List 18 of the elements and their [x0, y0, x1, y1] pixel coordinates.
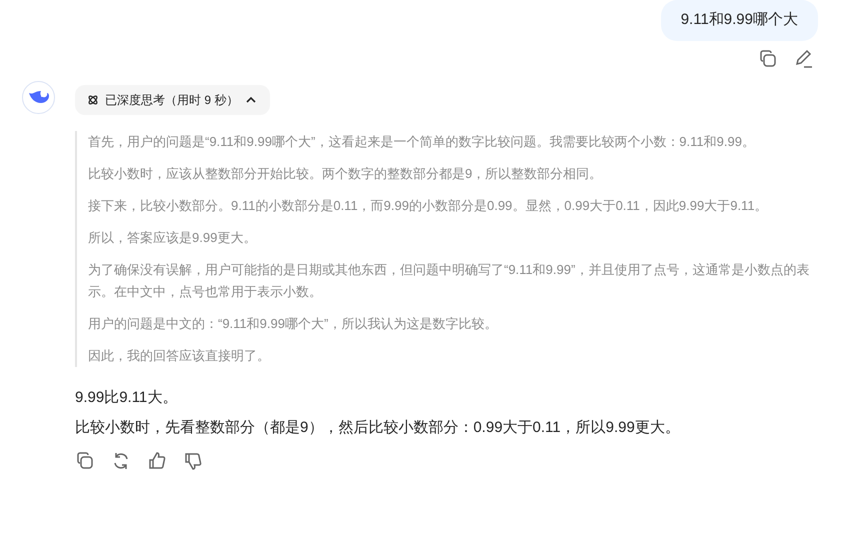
- answer-text: 9.99比9.11大。: [75, 388, 178, 408]
- thought-paragraph: 因此，我的回答应该直接明了。: [88, 346, 271, 364]
- thumbs-down-icon[interactable]: [183, 450, 203, 470]
- copy-icon[interactable]: [758, 48, 778, 68]
- thinking-toggle[interactable]: 已深度思考（用时 9 秒）: [75, 84, 270, 114]
- thumbs-up-icon[interactable]: [147, 450, 167, 470]
- edit-icon[interactable]: [794, 48, 814, 68]
- thought-paragraph: 用户的问题是中文的：“9.11和9.99哪个大”，所以我认为这是数字比较。: [88, 314, 498, 332]
- thought-paragraph: 首先，用户的问题是“9.11和9.99哪个大”，这看起来是一个简单的数字比较问题。我需要比较两个小数：9.11和9.99。: [88, 132, 756, 150]
- avatar-icon: [22, 80, 55, 114]
- atom-icon: [87, 94, 99, 106]
- thought-paragraph: 所以，答案应该是9.99更大。: [88, 228, 258, 246]
- answer-text: 比较小数时，先看整数部分（都是9），然后比较小数部分：0.99大于0.11，所以9.99更大。: [75, 418, 681, 438]
- thought-paragraph: 比较小数时，应该从整数部分开始比较。两个数字的整数部分都是9，所以整数部分相同。: [88, 164, 604, 182]
- thought-paragraph: 为了确保没有误解，用户可能指的是日期或其他东西，但问题中明确写了“9.11和9.99”，并且使用了点号，这通常是小数点的表示。在中文中，点号也常用于表示小数。: [88, 260, 810, 300]
- thought-paragraph: 接下来，比较小数部分。9.11的小数部分是0.11，而9.99的小数部分是0.99。显然，0.99大于0.11，因此9.99大于9.11。: [88, 196, 769, 214]
- user-message-bubble: 9.11和9.99哪个大: [660, 0, 818, 40]
- copy-icon[interactable]: [75, 450, 95, 470]
